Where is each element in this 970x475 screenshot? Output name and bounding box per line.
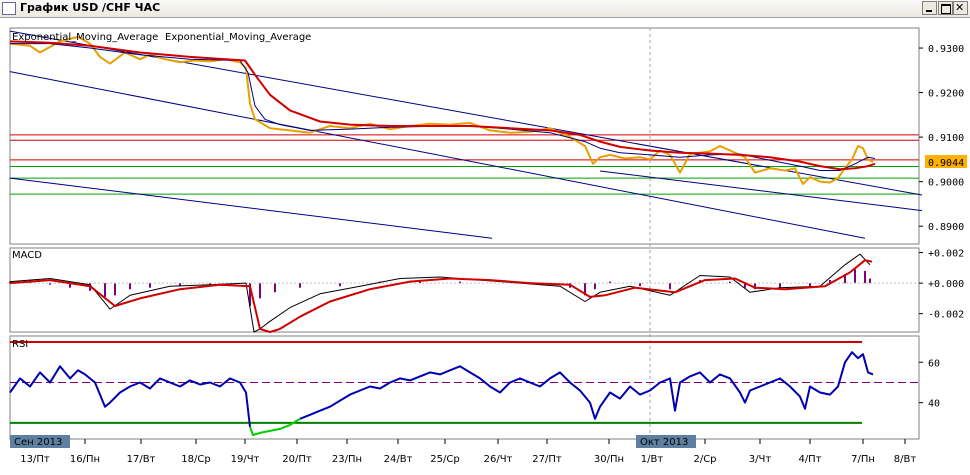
- maximize-icon: [941, 4, 951, 14]
- x-tick-label: 25/Ср: [430, 454, 459, 465]
- price-y-tick-label: 0.9100: [928, 133, 964, 144]
- rsi-y-tick-label: 40: [928, 399, 940, 410]
- month-label: Окт 2013: [640, 437, 688, 448]
- x-tick-label: 18/Ср: [181, 454, 210, 465]
- maximize-button[interactable]: [938, 1, 953, 15]
- current-price-label: 0.9044: [928, 158, 964, 169]
- window-titlebar: График USD /CHF ЧАС ✕: [0, 0, 970, 18]
- close-icon: ✕: [955, 1, 965, 14]
- x-tick-label: 7/Пн: [851, 454, 875, 465]
- macd-y-tick-label: +0.002: [928, 249, 964, 260]
- x-tick-label: 4/Пт: [798, 454, 821, 465]
- rsi-panel-label: RSI: [12, 339, 28, 350]
- window-title: График USD /CHF ЧАС: [20, 1, 161, 14]
- x-tick-label: 1/Вт: [641, 454, 664, 465]
- minimize-icon: [926, 10, 932, 12]
- x-tick-label: 17/Вт: [127, 454, 156, 465]
- macd-y-tick-label: -0.002: [928, 310, 964, 321]
- month-label: Сен 2013: [14, 437, 62, 448]
- legend-ema-fast: Exponential_Moving_Average: [12, 32, 158, 43]
- x-tick-label: 13/Пт: [20, 454, 50, 465]
- x-tick-label: 27/Пт: [532, 454, 562, 465]
- macd-y-tick-label: +0.000: [928, 279, 964, 290]
- chart-window-icon: [2, 2, 16, 15]
- price-y-tick-label: 0.8900: [928, 222, 964, 233]
- x-tick-label: 8/Вт: [894, 454, 917, 465]
- x-tick-label: 23/Пн: [332, 454, 362, 465]
- x-tick-label: 26/Чт: [484, 454, 513, 465]
- x-tick-label: 20/Пт: [282, 454, 312, 465]
- x-tick-label: 19/Чт: [231, 454, 260, 465]
- price-y-tick-label: 0.9300: [928, 44, 964, 55]
- x-tick-label: 30/Пн: [594, 454, 624, 465]
- price-y-tick-label: 0.9000: [928, 178, 964, 189]
- close-button[interactable]: ✕: [953, 1, 968, 15]
- macd-panel-label: MACD: [12, 250, 42, 261]
- x-tick-label: 2/Ср: [693, 454, 716, 465]
- legend-ema-slow: Exponential_Moving_Average: [165, 32, 311, 43]
- chart-area[interactable]: 0.9300 0.9200 0.9100 0.9000 0.8900 +0.002 +0.0…: [0, 18, 970, 475]
- price-y-tick-label: 0.9200: [928, 89, 964, 100]
- x-tick-label: 16/Пн: [70, 454, 100, 465]
- minimize-button[interactable]: [922, 1, 937, 15]
- rsi-y-tick-label: 60: [928, 358, 940, 369]
- x-tick-label: 24/Вт: [384, 454, 413, 465]
- x-tick-label: 3/Чт: [749, 454, 772, 465]
